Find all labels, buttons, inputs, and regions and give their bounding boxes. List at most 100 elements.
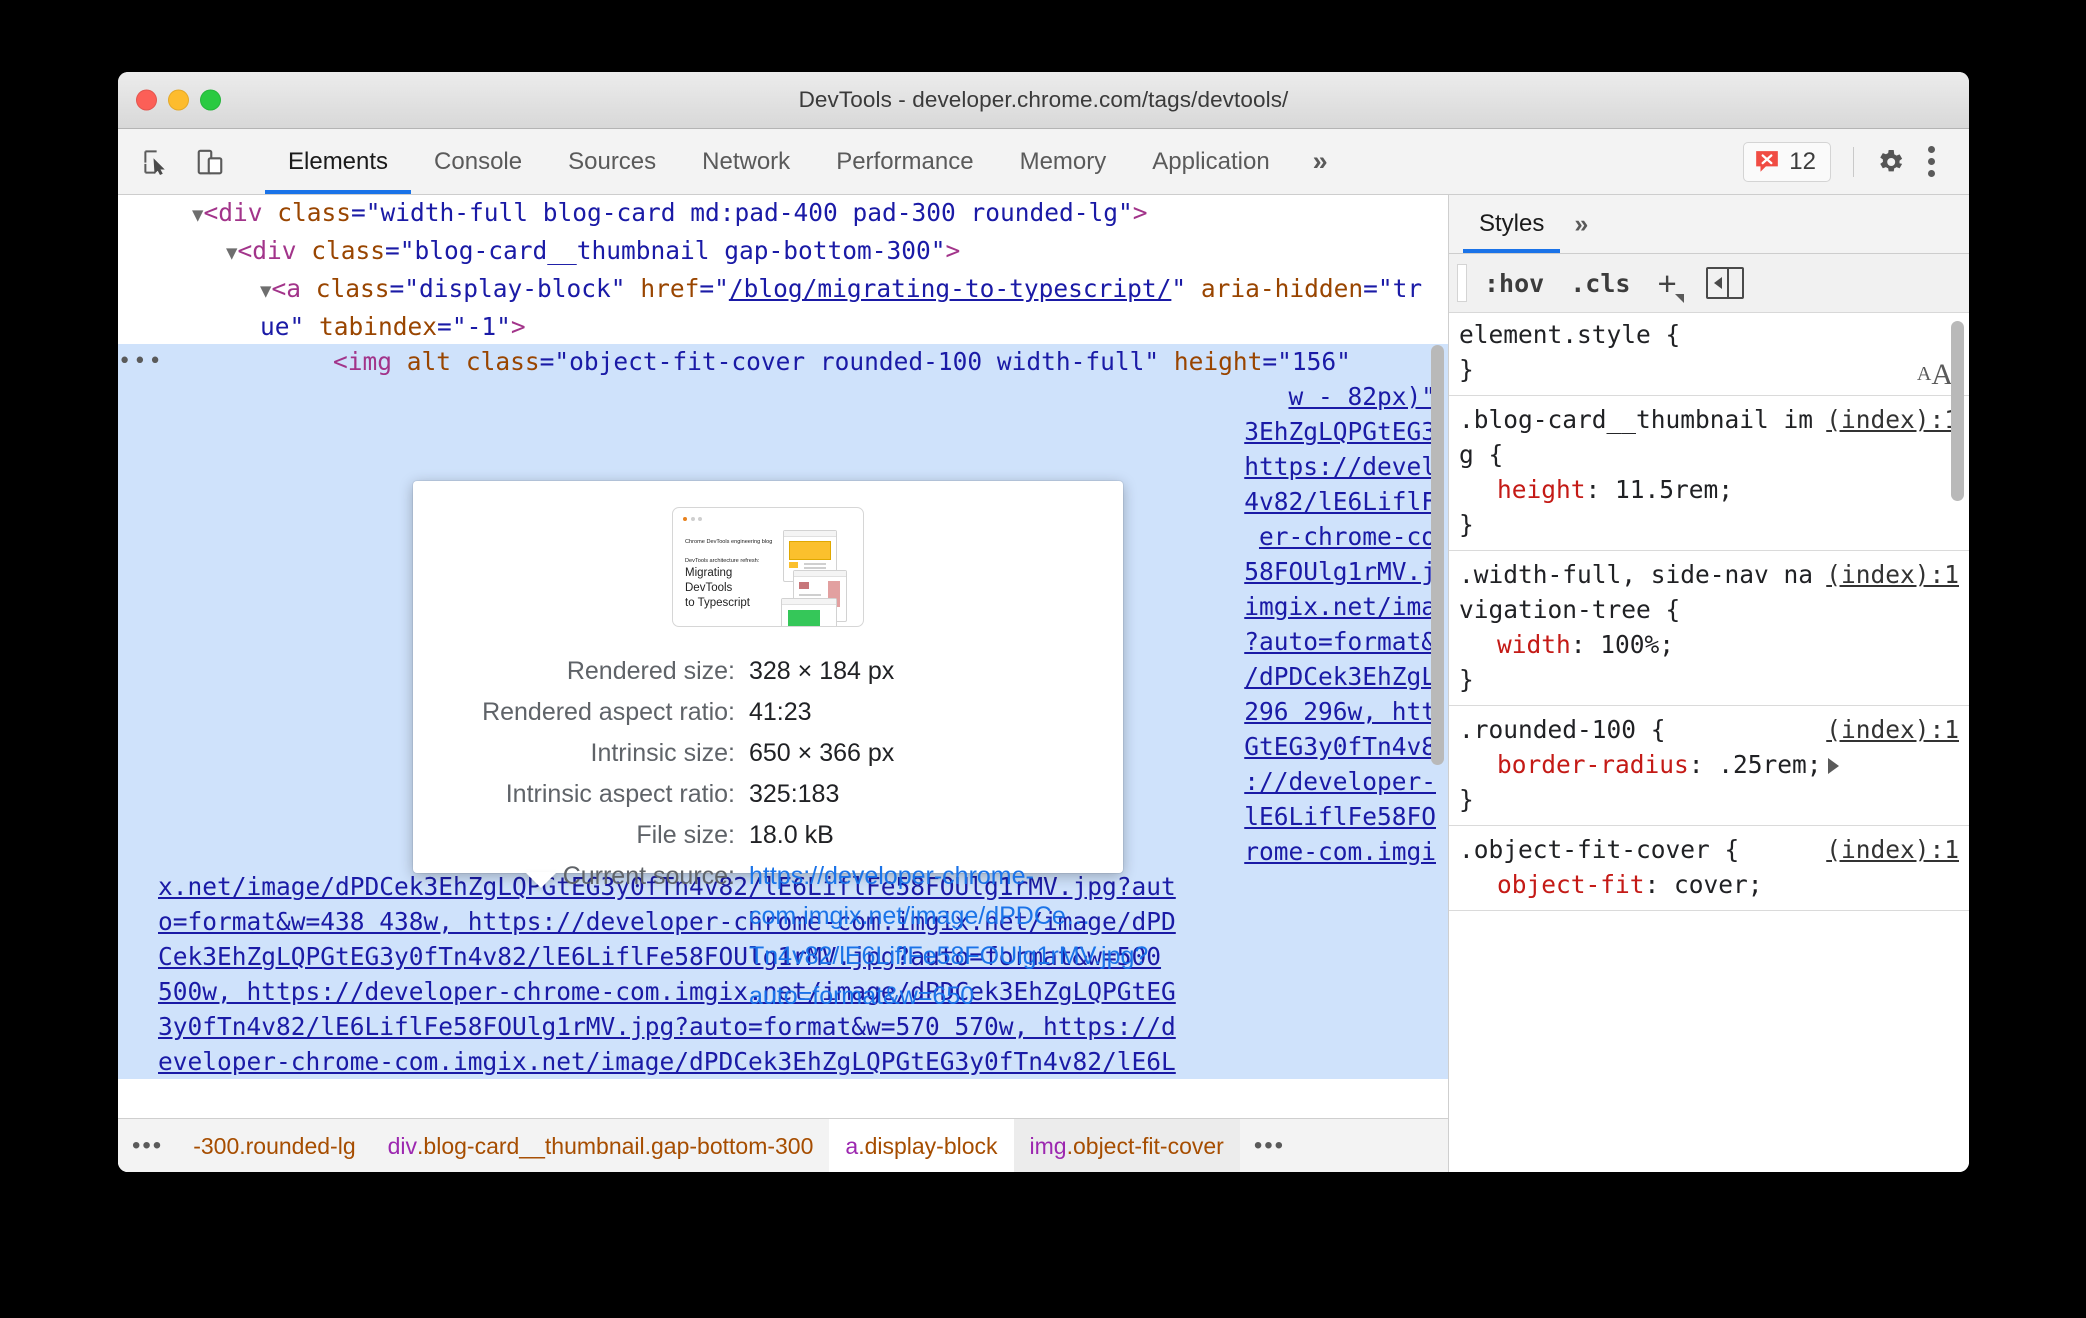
breadcrumb-trailing-overflow-icon[interactable]: •••	[1240, 1132, 1299, 1160]
dom-node-row-selected[interactable]: ••• <img alt class="object-fit-cover roun…	[118, 344, 1448, 379]
css-rules-list[interactable]: element.style {} AA .blog-card__thumbnail …	[1449, 311, 1969, 1172]
css-rule-header: element.style {	[1459, 317, 1959, 352]
breadcrumb-item[interactable]: -300.rounded-lg	[177, 1119, 371, 1172]
css-selector[interactable]: .width-full, side-nav navigation-tree {	[1459, 557, 1818, 627]
code-token[interactable]: 3y0fTn4v82/lE6LiflFe58FOUlg1rMV.jpg?auto…	[158, 1012, 1176, 1041]
breadcrumb-item[interactable]: img .object-fit-cover	[1013, 1119, 1240, 1172]
toolbar-right-icons: 12	[1743, 129, 1969, 194]
dom-pane-scrollbar[interactable]	[1431, 345, 1444, 765]
css-declaration[interactable]: object-fit: cover;	[1459, 867, 1959, 902]
code-line: w - 82px)"	[1288, 382, 1436, 411]
tab-sources[interactable]: Sources	[545, 129, 679, 194]
breadcrumb-item[interactable]: div .blog-card__thumbnail.gap-bottom-300	[372, 1119, 830, 1172]
css-rule-close-brace: }	[1459, 665, 1474, 694]
tab-styles-label: Styles	[1479, 210, 1545, 237]
code-token: =	[437, 312, 452, 341]
image-preview-tooltip: Chrome DevTools engineering blog DevTool…	[413, 481, 1148, 1010]
css-property-value[interactable]: : 100%;	[1571, 630, 1674, 659]
new-style-rule-button[interactable]: +	[1643, 267, 1689, 303]
css-rule[interactable]: .width-full, side-nav navigation-tree {(…	[1449, 551, 1969, 706]
tab-console[interactable]: Console	[411, 129, 545, 194]
device-toolbar-icon[interactable]	[188, 140, 232, 184]
dom-node-row[interactable]: ▼<div class="blog-card__thumbnail gap-bo…	[118, 233, 1448, 271]
gear-icon[interactable]	[1868, 140, 1912, 184]
css-selector[interactable]: .blog-card__thumbnail img {	[1459, 402, 1818, 472]
kebab-menu-icon[interactable]	[1914, 140, 1949, 183]
css-selector[interactable]: element.style {	[1459, 317, 1959, 352]
more-tabs-icon[interactable]: »	[1293, 129, 1348, 194]
code-token: a	[286, 274, 301, 303]
styles-more-tabs-icon[interactable]: »	[1560, 195, 1602, 253]
code-token: /blog/migrating-to-typescript/	[728, 274, 1172, 303]
css-property-value[interactable]: : 11.5rem;	[1586, 475, 1734, 504]
image-source-link[interactable]: https://developer-chrome-com.imgix.net/i…	[749, 856, 1148, 1016]
dom-node-row[interactable]: ▼<a class="display-block" href="/blog/mi…	[118, 271, 1448, 344]
css-rule[interactable]: .rounded-100 {(index):1 border-radius: .2…	[1449, 706, 1969, 826]
toggle-pseudo-states-button[interactable]: :hov	[1471, 269, 1557, 298]
styles-filter-input[interactable]	[1457, 264, 1467, 302]
css-rule-origin-link[interactable]: (index):1	[1826, 402, 1959, 437]
toggle-sidebar-icon[interactable]	[1705, 267, 1744, 299]
css-declaration[interactable]: height: 11.5rem;	[1459, 472, 1959, 507]
zoom-window-button[interactable]	[200, 89, 221, 111]
code-token[interactable]: eveloper-chrome-com.imgix.net/image/dPDC…	[158, 1047, 1176, 1076]
expand-triangle-icon[interactable]: ▼	[192, 204, 203, 226]
tab-network[interactable]: Network	[679, 129, 813, 194]
css-rule-origin-link[interactable]: (index):1	[1826, 557, 1959, 592]
css-declaration[interactable]: width: 100%;	[1459, 627, 1959, 662]
code-token: div	[252, 236, 297, 265]
css-property-value[interactable]: : .25rem;	[1689, 750, 1822, 779]
css-declaration[interactable]: border-radius: .25rem;	[1459, 747, 1959, 782]
css-selector[interactable]: .object-fit-cover {	[1459, 832, 1818, 867]
tab-application[interactable]: Application	[1129, 129, 1292, 194]
tab-styles[interactable]: Styles	[1463, 195, 1561, 253]
css-property-value[interactable]: : cover;	[1645, 870, 1763, 899]
code-token: class	[311, 236, 386, 265]
code-token: alt	[406, 347, 452, 376]
css-property-name[interactable]: object-fit	[1497, 870, 1645, 899]
dom-node-row[interactable]: ▼<div class="width-full blog-card md:pad…	[118, 195, 1448, 233]
element-classes-button[interactable]: .cls	[1557, 269, 1643, 298]
breadcrumb-item[interactable]: a .display-block	[829, 1119, 1014, 1172]
tab-performance[interactable]: Performance	[813, 129, 996, 194]
code-token: div	[218, 198, 263, 227]
elements-dom-pane[interactable]: ▼<div class="width-full blog-card md:pad…	[118, 195, 1449, 1172]
styles-pane-scrollbar[interactable]	[1951, 321, 1964, 501]
css-rule-origin-link[interactable]: (index):1	[1826, 712, 1959, 747]
css-property-name[interactable]: width	[1497, 630, 1571, 659]
expand-shorthand-icon[interactable]	[1827, 758, 1839, 774]
css-rule[interactable]: .object-fit-cover {(index):1 object-fit: …	[1449, 826, 1969, 911]
css-rule[interactable]: .blog-card__thumbnail img {(index):1 heig…	[1449, 396, 1969, 551]
tab-memory[interactable]: Memory	[997, 129, 1130, 194]
expand-triangle-icon[interactable]: ▼	[260, 280, 271, 302]
styles-toolbar: :hov .cls +	[1449, 254, 1969, 313]
css-rule-header: .object-fit-cover {(index):1	[1459, 832, 1959, 867]
dom-breadcrumb[interactable]: ••• -300.rounded-lg div .blog-card__thumbna…	[118, 1118, 1448, 1172]
dom-node-srcset-line[interactable]: eveloper-chrome-com.imgix.net/image/dPDC…	[118, 1044, 1448, 1079]
code-token: =	[389, 274, 405, 303]
css-rule-header: .width-full, side-nav navigation-tree {(…	[1459, 557, 1959, 627]
close-window-button[interactable]	[136, 89, 157, 111]
error-count-badge[interactable]: 12	[1743, 141, 1831, 182]
css-property-name[interactable]: height	[1497, 475, 1586, 504]
breadcrumb-overflow-icon[interactable]: •••	[118, 1132, 177, 1160]
inspect-element-icon[interactable]	[134, 140, 178, 184]
font-editor-icon[interactable]: AA	[1917, 357, 1953, 393]
node-overflow-ellipsis[interactable]: •••	[118, 344, 164, 379]
code-token: "	[1171, 274, 1201, 303]
image-detail-row: Rendered aspect ratio: 41:23	[413, 692, 1123, 733]
code-token: >	[1132, 198, 1148, 227]
expand-triangle-icon[interactable]: ▼	[226, 242, 237, 264]
css-rule-close-brace: }	[1459, 510, 1474, 539]
breadcrumb-item-tag: a	[845, 1132, 859, 1159]
tab-elements[interactable]: Elements	[265, 129, 412, 194]
image-detail-row: Intrinsic size: 650 × 366 px	[413, 733, 1123, 774]
minimize-window-button[interactable]	[168, 89, 189, 111]
image-detail-label: File size:	[636, 821, 735, 849]
tab-label: Network	[702, 147, 791, 175]
css-rule-origin-link[interactable]: (index):1	[1826, 832, 1959, 867]
image-detail-label: Current source:	[562, 862, 735, 890]
css-property-name[interactable]: border-radius	[1497, 750, 1689, 779]
css-rule[interactable]: element.style {} AA	[1449, 311, 1969, 396]
css-selector[interactable]: .rounded-100 {	[1459, 712, 1818, 747]
